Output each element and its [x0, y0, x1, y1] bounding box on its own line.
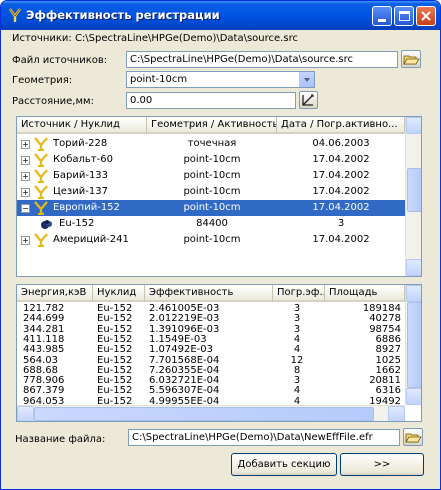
- scroll-down-icon[interactable]: [406, 259, 421, 276]
- efficiency-window: Эффективность регистрации Источники: C:\…: [0, 0, 441, 490]
- tree-header-date[interactable]: Дата / Погр.активно...: [277, 117, 405, 134]
- tree-cell-date: 3: [337, 218, 345, 229]
- expand-icon[interactable]: +: [21, 188, 30, 197]
- tree-cell-name: Барий-133: [53, 170, 109, 181]
- tree-cell-name: Eu-152: [59, 218, 95, 229]
- tree-cell-geometry: point-10cm: [183, 170, 241, 181]
- col-area[interactable]: Площадь: [325, 285, 405, 302]
- tree-cell-geometry: point-10cm: [183, 234, 241, 245]
- tree-cell-geometry: точечная: [187, 138, 237, 149]
- source-icon: [34, 137, 48, 151]
- tree-header-geometry[interactable]: Геометрия / Активность: [147, 117, 277, 134]
- tree-scrollbar[interactable]: [405, 117, 421, 276]
- next-button[interactable]: >>: [340, 453, 424, 476]
- source-icon: [34, 201, 48, 215]
- scroll-right-icon[interactable]: [388, 406, 405, 421]
- tree-cell-name: Кобальт-60: [53, 154, 113, 165]
- tree-cell-geometry: point-10cm: [183, 154, 241, 165]
- table-hscrollbar[interactable]: [17, 405, 405, 421]
- output-file-field[interactable]: C:\SpectraLine\HPGe(Demo)\Data\NewEffFil…: [128, 429, 400, 446]
- table-vscroll-thumb[interactable]: [407, 302, 421, 388]
- scroll-left-icon[interactable]: [17, 406, 34, 421]
- minimize-icon: [378, 19, 386, 22]
- folder-open-icon: [405, 433, 422, 443]
- distance-field[interactable]: 0.00: [126, 92, 296, 109]
- expand-icon[interactable]: +: [21, 236, 30, 245]
- tree-cell-date: 17.04.2002: [312, 186, 370, 197]
- close-button[interactable]: [416, 6, 436, 26]
- app-icon: [9, 8, 21, 22]
- tree-cell-geometry: 84400: [196, 218, 228, 229]
- tree-row[interactable]: + Америций-241 point-10cm 17.04.2002: [17, 232, 405, 248]
- table-hscroll-thumb[interactable]: [34, 407, 374, 421]
- distance-tool-button[interactable]: [299, 91, 318, 109]
- tree-header-source[interactable]: Источник / Нуклид: [17, 117, 147, 134]
- tree-cell-date: 17.04.2002: [312, 170, 370, 181]
- sources-label: Источники: C:\SpectraLine\HPGe(Demo)\Dat…: [12, 33, 298, 44]
- tree-cell-name: Европий-152: [53, 202, 120, 213]
- expand-icon[interactable]: +: [21, 140, 30, 149]
- nuclide-icon: [41, 220, 52, 229]
- tree-row[interactable]: Eu-152 84400 3: [17, 216, 405, 232]
- source-tree[interactable]: Источник / Нуклид Геометрия / Активность…: [16, 116, 422, 277]
- tree-row[interactable]: + Барий-133 point-10cm 17.04.2002: [17, 168, 405, 184]
- geometry-select[interactable]: point-10cm: [126, 71, 315, 88]
- title-bar[interactable]: Эффективность регистрации: [1, 1, 440, 30]
- dialog-client: Источники: C:\SpectraLine\HPGe(Demo)\Dat…: [5, 30, 436, 485]
- tree-cell-date: 04.06.2003: [312, 138, 370, 149]
- dropdown-arrow-icon[interactable]: [299, 72, 314, 87]
- source-icon: [34, 153, 48, 167]
- tree-row[interactable]: + Торий-228 точечная 04.06.2003: [17, 136, 405, 152]
- geometry-label: Геометрия:: [12, 75, 73, 86]
- tree-row[interactable]: − Европий-152 point-10cm 17.04.2002: [17, 200, 405, 216]
- browse-source-button[interactable]: [401, 50, 421, 68]
- tree-cell-name: Торий-228: [53, 138, 108, 149]
- tree-cell-date: 17.04.2002: [312, 202, 370, 213]
- col-nuclide[interactable]: Нуклид: [93, 285, 145, 302]
- distance-label: Расстояние,мм:: [12, 96, 94, 107]
- expand-icon[interactable]: +: [21, 172, 30, 181]
- scroll-down-icon[interactable]: [406, 388, 421, 405]
- source-icon: [34, 185, 48, 199]
- folder-open-icon: [403, 55, 420, 65]
- source-file-field[interactable]: C:\SpectraLine\HPGe(Demo)\Data\source.sr…: [126, 51, 398, 68]
- collapse-icon[interactable]: −: [21, 204, 30, 213]
- tree-cell-geometry: point-10cm: [183, 186, 241, 197]
- measure-icon: [302, 94, 314, 106]
- tree-scroll-thumb[interactable]: [407, 168, 421, 212]
- close-icon: [421, 11, 431, 21]
- maximize-button[interactable]: [394, 6, 414, 26]
- tree-cell-date: 17.04.2002: [312, 154, 370, 165]
- tree-cell-date: 17.04.2002: [312, 234, 370, 245]
- output-file-label: Название файла:: [15, 434, 106, 445]
- maximize-icon: [399, 11, 410, 21]
- col-eff-error[interactable]: Погр.эф...: [273, 285, 325, 302]
- tree-row[interactable]: + Цезий-137 point-10cm 17.04.2002: [17, 184, 405, 200]
- tree-cell-name: Цезий-137: [53, 186, 108, 197]
- geometry-value: point-10cm: [130, 74, 188, 85]
- efficiency-table[interactable]: Энергия,кэВ Нуклид Эффективность Погр.эф…: [16, 284, 422, 422]
- browse-output-button[interactable]: [403, 428, 423, 446]
- add-section-button[interactable]: Добавить секцию: [231, 453, 337, 476]
- scroll-up-icon[interactable]: [406, 117, 421, 134]
- tree-cell-geometry: point-10cm: [183, 202, 241, 213]
- window-title: Эффективность регистрации: [26, 8, 220, 22]
- file-label: Файл источников:: [12, 55, 108, 66]
- tree-cell-name: Америций-241: [53, 234, 129, 245]
- expand-icon[interactable]: +: [21, 156, 30, 165]
- col-energy[interactable]: Энергия,кэВ: [17, 285, 93, 302]
- source-icon: [34, 169, 48, 183]
- source-icon: [34, 233, 48, 247]
- table-vscrollbar[interactable]: [405, 285, 421, 405]
- tree-row[interactable]: + Кобальт-60 point-10cm 17.04.2002: [17, 152, 405, 168]
- minimize-button[interactable]: [372, 6, 392, 26]
- scroll-up-icon[interactable]: [406, 285, 421, 302]
- col-efficiency[interactable]: Эффективность: [145, 285, 273, 302]
